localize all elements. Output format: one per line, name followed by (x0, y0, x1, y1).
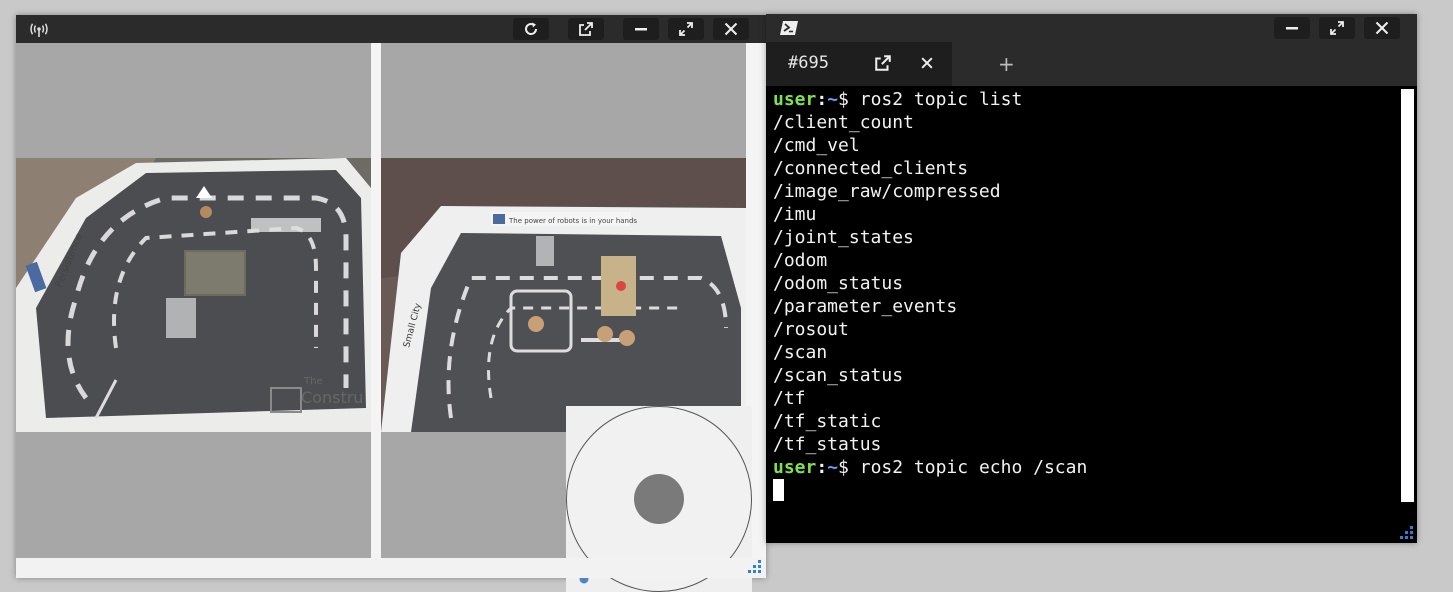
topic-line: /odom (773, 250, 828, 271)
terminal-cursor (773, 479, 784, 501)
prompt-user: user (773, 89, 817, 110)
minimize-button[interactable] (623, 18, 659, 40)
terminal-output: user:~$ ros2 topic list /client_count /c… (773, 88, 1087, 502)
maximize-icon (679, 22, 693, 36)
arena-photo-robot-view: The power of robots is in your hands Sma… (381, 158, 746, 432)
topic-line: /client_count (773, 112, 914, 133)
arena-text-construct: Constru (301, 388, 363, 407)
topic-line: /rosout (773, 319, 849, 340)
resize-grip-icon[interactable] (1397, 523, 1415, 541)
topic-line: /tf_status (773, 434, 882, 455)
popout-button[interactable] (568, 18, 604, 40)
tab-close-icon[interactable] (920, 56, 934, 70)
topic-line: /scan (773, 342, 828, 363)
terminal-close-button[interactable] (1364, 17, 1400, 39)
terminal-titlebar[interactable] (766, 14, 1417, 42)
joystick-knob[interactable] (634, 474, 684, 524)
tab-popout-icon[interactable] (874, 54, 892, 72)
command-text: ros2 topic echo /scan (859, 457, 1088, 478)
topic-line: /tf_static (773, 411, 882, 432)
terminal-minimize-button[interactable] (1274, 17, 1310, 39)
arena-text-the: The (303, 376, 323, 387)
prompt-separator: : (816, 89, 828, 110)
camera-body: The Constru Persistence The power of rob… (16, 43, 766, 592)
prompt-line-1: user:~$ ros2 topic list (773, 89, 1022, 110)
terminal-window: #695 + user:~$ ros2 topic list /client_c… (766, 14, 1417, 543)
terminal-icon (780, 21, 798, 35)
maximize-icon (1330, 21, 1344, 35)
terminal-maximize-button[interactable] (1319, 17, 1355, 39)
close-icon (1375, 21, 1389, 35)
prompt-line-2: user:~$ ros2 topic echo /scan (773, 457, 1087, 478)
camera-window: The Constru Persistence The power of rob… (16, 15, 766, 592)
refresh-button[interactable] (513, 18, 549, 40)
maximize-button[interactable] (668, 18, 704, 40)
signal-antenna-icon (30, 22, 48, 41)
terminal-tabbar: #695 + (766, 42, 1417, 86)
topic-line: /parameter_events (773, 296, 958, 317)
prompt-home: ~ (827, 457, 839, 478)
topic-line: /connected_clients (773, 158, 969, 179)
prompt-dollar: $ (838, 89, 849, 110)
refresh-icon (525, 22, 538, 35)
prompt-home: ~ (827, 89, 839, 110)
terminal-tab[interactable]: #695 (766, 42, 952, 86)
arena-banner-text: The power of robots is in your hands (508, 217, 637, 225)
prompt-user: user (773, 457, 817, 478)
terminal-tab-label: #695 (788, 53, 829, 73)
prompt-separator: : (816, 457, 828, 478)
topic-line: /tf (773, 388, 806, 409)
topic-line: /cmd_vel (773, 135, 860, 156)
topic-line: /joint_states (773, 227, 914, 248)
arena-photo-top-view: The Constru Persistence (16, 158, 371, 432)
minimize-icon (635, 28, 647, 31)
close-icon (724, 22, 738, 36)
camera-titlebar[interactable] (16, 15, 766, 43)
popout-icon (579, 22, 593, 36)
minimize-icon (1286, 27, 1298, 30)
resize-grip-icon[interactable] (745, 557, 763, 575)
topic-line: /odom_status (773, 273, 904, 294)
topic-line: /scan_status (773, 365, 904, 386)
close-button[interactable] (713, 18, 749, 40)
camera-feed-left[interactable]: The Constru Persistence (16, 43, 371, 558)
command-text: ros2 topic list (859, 89, 1023, 110)
topic-line: /image_raw/compressed (773, 181, 1001, 202)
add-tab-button[interactable]: + (998, 52, 1015, 76)
terminal-screen[interactable]: user:~$ ros2 topic list /client_count /c… (766, 86, 1417, 543)
prompt-dollar: $ (838, 457, 849, 478)
topic-line: /imu (773, 204, 817, 225)
camera-footer (16, 558, 766, 578)
terminal-scrollbar[interactable] (1401, 89, 1414, 502)
